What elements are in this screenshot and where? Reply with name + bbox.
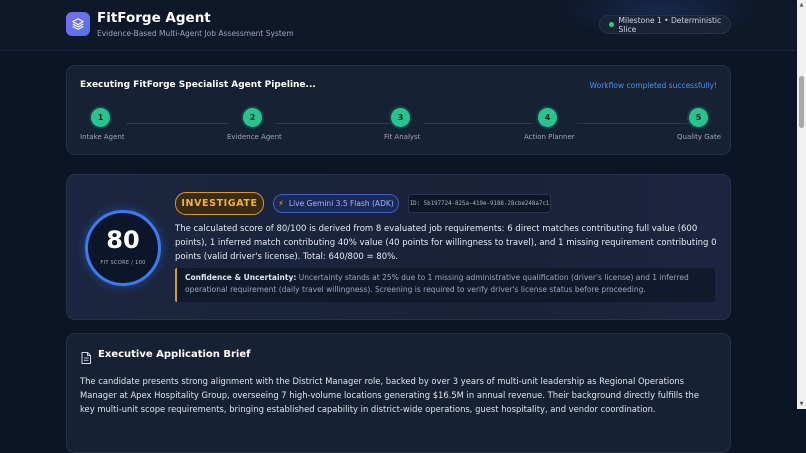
app-subtitle: Evidence-Based Multi-Agent Job Assessmen… [97, 29, 294, 38]
app-title: FitForge Agent [97, 10, 211, 26]
step-connector [275, 123, 391, 124]
step-1-label: Intake Agent [80, 133, 125, 141]
pipeline-title: Executing FitForge Specialist Agent Pipe… [80, 80, 316, 90]
step-3-circle: 3 [391, 108, 410, 127]
model-badge: ⚡ Live Gemini 3.5 Flash (ADK) [273, 194, 399, 213]
step-1-circle: 1 [91, 108, 110, 127]
lightning-icon: ⚡ [278, 199, 284, 208]
run-id-badge: ID: 5b197724-825a-419e-9188-28cbe248a7c1 [408, 194, 551, 213]
scrollbar-thumb[interactable] [799, 76, 804, 128]
confidence-callout: Confidence & Uncertainty: Uncertainty st… [175, 268, 715, 302]
step-connector [577, 123, 689, 124]
step-connector [126, 123, 228, 124]
confidence-label: Confidence & Uncertainty: [185, 273, 297, 282]
status-dot-icon [609, 22, 614, 27]
page-scrollbar[interactable]: ▲ ▼ [797, 0, 806, 409]
brief-text: The candidate presents strong alignment … [80, 376, 700, 414]
milestone-badge: Milestone 1 • Deterministic Slice [599, 15, 731, 34]
step-2-circle: 2 [243, 108, 262, 127]
assessment-result-card: 80 FIT SCORE / 100 INVESTIGATE ⚡ Live Ge… [66, 174, 731, 320]
step-5-circle: 5 [689, 108, 708, 127]
verdict-badge: INVESTIGATE [175, 192, 264, 215]
step-4-label: Action Planner [524, 133, 575, 141]
milestone-label: Milestone 1 • Deterministic Slice [618, 15, 722, 34]
scroll-down-icon[interactable]: ▼ [797, 401, 806, 407]
step-4-circle: 4 [538, 108, 557, 127]
pipeline-status: Workflow completed successfully! [589, 81, 717, 90]
model-badge-label: Live Gemini 3.5 Flash (ADK) [288, 199, 394, 208]
layers-icon [66, 12, 90, 36]
fit-score-gauge: 80 FIT SCORE / 100 [85, 210, 161, 286]
step-5-label: Quality Gate [677, 133, 722, 141]
step-connector [423, 123, 533, 124]
step-3-label: Fit Analyst [384, 133, 421, 141]
score-explanation: The calculated score of 80/100 is derive… [175, 224, 717, 262]
step-2-label: Evidence Agent [227, 133, 282, 141]
document-icon [81, 349, 91, 368]
header-divider [0, 50, 797, 51]
scroll-up-icon[interactable]: ▲ [797, 2, 806, 8]
app-header: FitForge Agent Evidence-Based Multi-Agen… [0, 0, 797, 50]
fit-score-label: FIT SCORE / 100 [100, 260, 146, 266]
brief-title: Executive Application Brief [98, 349, 251, 360]
executive-brief-card: Executive Application Brief The candidat… [66, 333, 731, 453]
fit-score-value: 80 [106, 226, 140, 254]
pipeline-card: Executing FitForge Specialist Agent Pipe… [66, 65, 731, 155]
